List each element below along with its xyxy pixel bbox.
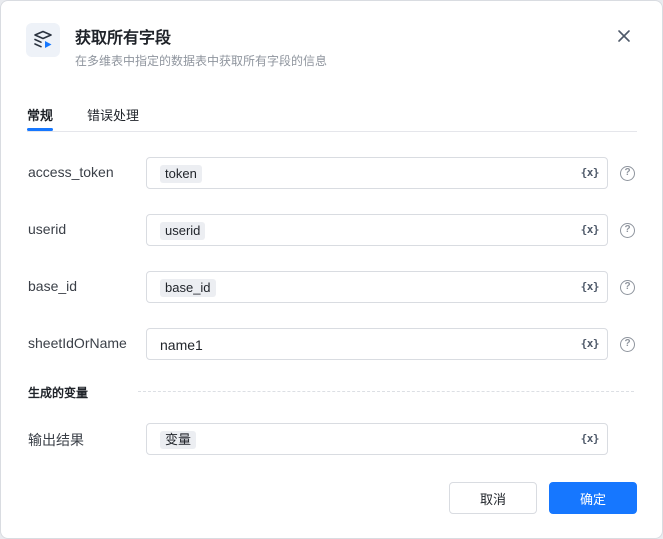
get-all-fields-dialog: 获取所有字段 在多维表中指定的数据表中获取所有字段的信息 常规 错误处理 acc… xyxy=(0,0,663,539)
userid-field[interactable]: userid {x} xyxy=(146,214,608,246)
output-section-title: 生成的变量 xyxy=(28,386,89,400)
param-label-access-token: access_token xyxy=(28,164,114,180)
variable-chip: 变量 xyxy=(160,431,197,449)
field-value: name1 xyxy=(160,337,203,353)
output-label: 输出结果 xyxy=(28,432,84,448)
cancel-button[interactable]: 取消 xyxy=(449,482,537,514)
tab-general[interactable]: 常规 xyxy=(27,105,54,131)
output-variable-field[interactable]: 变量 {x} xyxy=(146,423,608,455)
variable-insert-icon[interactable]: {x} xyxy=(581,166,600,179)
sheet-id-or-name-field[interactable]: name1 {x} xyxy=(146,328,608,360)
variable-chip: base_id xyxy=(160,279,216,297)
tab-error-handling[interactable]: 错误处理 xyxy=(87,105,139,124)
variable-insert-icon[interactable]: {x} xyxy=(581,223,600,236)
dialog-subtitle: 在多维表中指定的数据表中获取所有字段的信息 xyxy=(75,54,328,68)
help-icon[interactable]: ? xyxy=(620,223,635,238)
variable-chip: userid xyxy=(160,222,206,240)
access-token-field[interactable]: token {x} xyxy=(146,157,608,189)
confirm-button[interactable]: 确定 xyxy=(549,482,637,514)
variable-insert-icon[interactable]: {x} xyxy=(581,337,600,350)
help-icon[interactable]: ? xyxy=(620,166,635,181)
variable-chip: token xyxy=(160,165,202,183)
param-label-sheet-id-or-name: sheetIdOrName xyxy=(28,335,127,351)
base-id-field[interactable]: base_id {x} xyxy=(146,271,608,303)
section-divider xyxy=(138,391,634,392)
close-icon[interactable] xyxy=(614,26,634,46)
variable-insert-icon[interactable]: {x} xyxy=(581,280,600,293)
param-label-userid: userid xyxy=(28,221,67,237)
help-icon[interactable]: ? xyxy=(620,337,635,352)
stack-play-icon xyxy=(26,23,60,57)
tab-bar: 常规 错误处理 xyxy=(27,105,637,132)
param-label-base-id: base_id xyxy=(28,278,78,294)
help-icon[interactable]: ? xyxy=(620,280,635,295)
variable-insert-icon[interactable]: {x} xyxy=(581,432,600,445)
dialog-title: 获取所有字段 xyxy=(75,30,172,47)
